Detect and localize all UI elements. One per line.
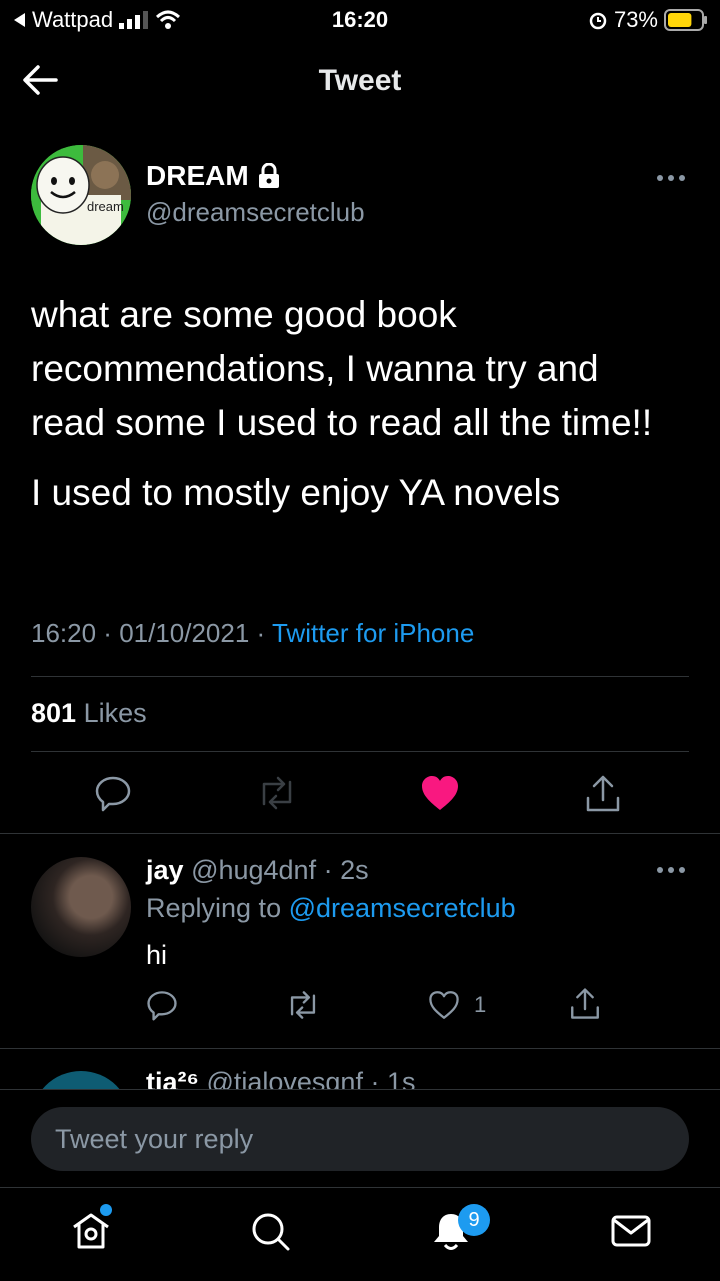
like-icon-filled[interactable] [420,774,460,812]
replying-to: Replying to @dreamsecretclub [146,893,516,924]
reply-icon[interactable] [94,774,132,812]
alarm-icon [589,12,607,30]
share-icon[interactable] [583,774,623,814]
nav-messages-icon[interactable] [610,1210,652,1252]
tweet-meta: 16:20 · 01/10/2021 · Twitter for iPhone [31,618,475,648]
bottom-nav [0,1187,720,1281]
divider [31,676,689,677]
lock-icon [258,163,279,188]
divider [31,751,689,752]
reply-author-handle: @hug4dnf [191,855,317,885]
top-header: Tweet [0,48,720,112]
tweet-time: 16:20 [31,618,97,648]
tweet-source-link[interactable]: Twitter for iPhone [272,618,474,648]
divider [0,833,720,834]
reply-composer [0,1089,720,1188]
divider [0,1048,720,1049]
more-options-icon[interactable] [655,168,687,188]
reply-like-button[interactable]: 1 [428,989,486,1021]
status-right: 73% [588,7,708,33]
reply-more-options-icon[interactable] [655,860,687,880]
reply-text: hi [146,940,168,970]
reply-like-count: 1 [474,992,487,1017]
battery-icon [664,9,707,31]
avatar-logo-text: dream [87,199,124,214]
likes-count: 801 [31,698,77,728]
likes-summary[interactable]: 801 Likes [31,698,147,729]
reply-header[interactable]: jay @hug4dnf · 2s [146,855,369,886]
status-bar: Wattpad 16:20 73% [0,0,720,40]
author-name-row[interactable]: DREAM [146,160,281,192]
tweet-text-line: what are some good book recommendations,… [31,294,653,443]
reply-share-icon[interactable] [568,987,602,1021]
replying-prefix: Replying to [146,893,282,923]
tweet-text: what are some good book recommendations,… [31,288,681,520]
notification-badge: 9 [458,1204,490,1236]
retweet-icon [256,774,298,812]
tweet-text-line: I used to mostly enjoy YA novels [31,472,561,513]
home-new-dot [100,1204,112,1216]
replying-to-handle[interactable]: @dreamsecretclub [289,893,516,923]
tweet-actions [0,760,720,830]
reply-retweet-icon[interactable] [285,989,321,1021]
reply-like-icon [429,991,459,1019]
nav-search-icon[interactable] [249,1210,291,1252]
tweet-date: 01/10/2021 [119,618,250,648]
reply-reply-icon[interactable] [146,989,178,1021]
reply-avatar[interactable] [31,857,131,957]
battery-percent: 73% [613,7,658,32]
author-name: DREAM [146,160,249,191]
nav-home-icon[interactable] [70,1210,112,1252]
reply-input[interactable] [31,1107,689,1171]
page-title: Tweet [318,64,402,97]
author-avatar[interactable]: dream [31,145,131,245]
reply-author-name: jay [146,855,184,885]
reply-age: 2s [340,855,369,885]
author-handle[interactable]: @dreamsecretclub [146,197,365,228]
reply-actions: 1 [0,985,720,1035]
likes-label: Likes [83,698,147,728]
